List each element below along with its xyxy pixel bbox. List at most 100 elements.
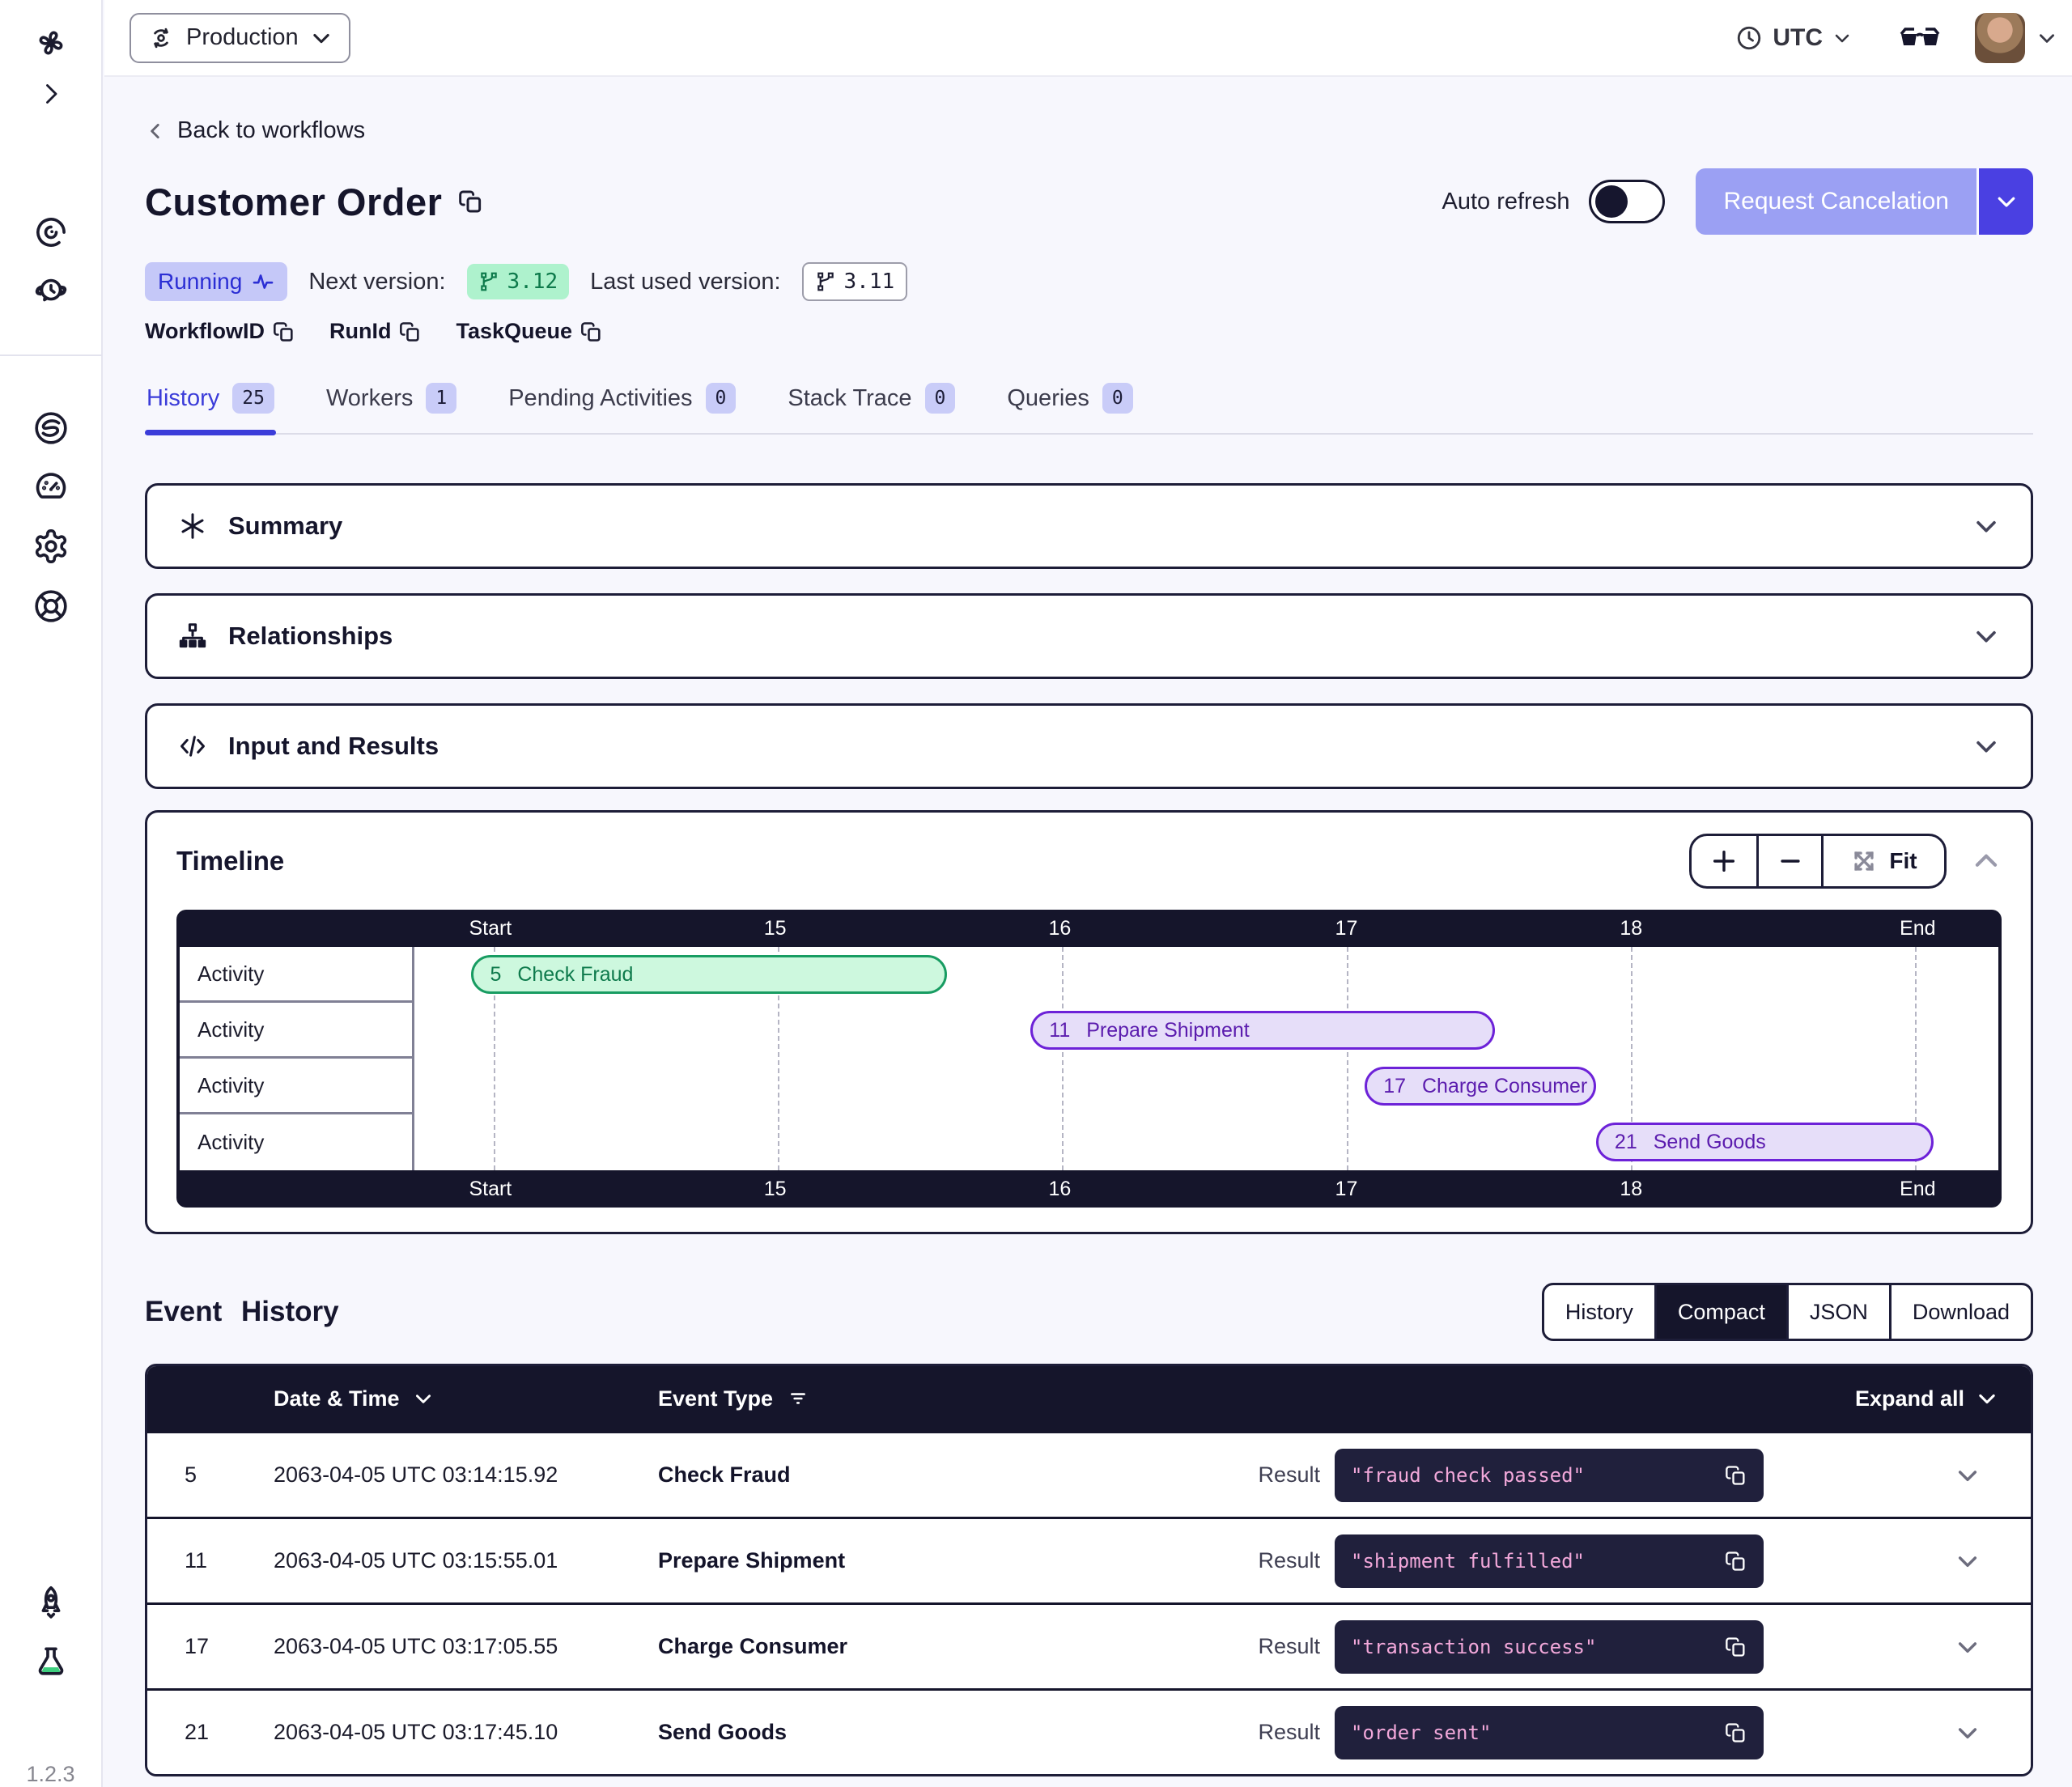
copy-icon[interactable] (458, 189, 484, 214)
axis-tick-label: 18 (1620, 910, 1642, 947)
pulse-icon (252, 270, 274, 293)
back-to-workflows-link[interactable]: Back to workflows (145, 117, 365, 144)
event-type: Send Goods (658, 1720, 1258, 1745)
workflow-id-copy[interactable]: WorkflowID (145, 319, 295, 344)
main-content: Back to workflows Customer Order Auto re… (104, 79, 2072, 1787)
labs-glasses-icon[interactable] (1899, 22, 1941, 54)
auto-refresh-label: Auto refresh (1442, 189, 1570, 215)
row-label: Activity (180, 947, 412, 1003)
nexus-icon[interactable] (32, 410, 70, 447)
result-chip: "order sent" (1335, 1706, 1764, 1759)
view-json-button[interactable]: JSON (1786, 1285, 1889, 1339)
tab-history[interactable]: History25 (145, 378, 276, 433)
event-type-column-header[interactable]: Event Type (658, 1386, 1855, 1411)
namespace-icon (147, 24, 175, 52)
asterisk-icon (178, 511, 207, 541)
event-row[interactable]: 17 2063-04-05 UTC 03:17:05.55 Charge Con… (147, 1602, 2031, 1688)
view-download-button[interactable]: Download (1889, 1285, 2031, 1339)
expand-all-button[interactable]: Expand all (1855, 1386, 1998, 1411)
zoom-out-button[interactable] (1756, 836, 1821, 886)
copy-icon[interactable] (1725, 1550, 1747, 1573)
namespace-selector[interactable]: Production (130, 13, 350, 63)
tab-workers[interactable]: Workers1 (325, 378, 458, 433)
cancelation-menu-chevron-icon[interactable] (1976, 168, 2033, 235)
expand-row-chevron-icon[interactable] (1764, 1548, 1998, 1574)
axis-tick-label: 16 (1049, 1170, 1072, 1208)
collapse-timeline-chevron-icon[interactable] (1971, 846, 2002, 877)
timeline-bar-charge-consumer[interactable]: 17Charge Consumer (1365, 1067, 1596, 1106)
event-row[interactable]: 11 2063-04-05 UTC 03:15:55.01 Prepare Sh… (147, 1517, 2031, 1602)
topbar: Production UTC (104, 0, 2072, 77)
expand-row-chevron-icon[interactable] (1764, 1634, 1998, 1660)
result-label: Result (1258, 1462, 1320, 1488)
last-version-label: Last used version: (590, 269, 780, 295)
tab-count-badge: 0 (706, 383, 737, 414)
tab-count-badge: 0 (925, 383, 956, 414)
request-cancelation-button[interactable]: Request Cancelation (1696, 168, 2033, 235)
whats-new-icon[interactable] (32, 1584, 70, 1621)
zoom-in-button[interactable] (1692, 836, 1756, 886)
timeline-bar-send-goods[interactable]: 21Send Goods (1596, 1123, 1934, 1161)
timeline-bar-check-fraud[interactable]: 5Check Fraud (471, 955, 946, 994)
event-id: 17 (185, 1634, 274, 1659)
copy-icon[interactable] (1725, 1721, 1747, 1744)
timezone-selector[interactable]: UTC (1735, 24, 1852, 52)
filter-icon (788, 1388, 809, 1409)
chevron-down-icon[interactable] (1972, 512, 2000, 540)
event-row[interactable]: 21 2063-04-05 UTC 03:17:45.10 Send Goods… (147, 1688, 2031, 1774)
axis-tick-label: Start (469, 1170, 512, 1208)
result-chip: "transaction success" (1335, 1620, 1764, 1674)
run-id-copy[interactable]: RunId (329, 319, 422, 344)
date-time-column-header[interactable]: Date & Time (274, 1386, 658, 1411)
expand-row-chevron-icon[interactable] (1764, 1462, 1998, 1488)
event-row[interactable]: 5 2063-04-05 UTC 03:14:15.92 Check Fraud… (147, 1431, 2031, 1517)
timeline-row-labels: Activity Activity Activity Activity (180, 947, 414, 1170)
chevron-down-icon[interactable] (1972, 732, 2000, 760)
support-icon[interactable] (32, 588, 70, 625)
last-version-badge: 3.11 (802, 262, 908, 301)
event-table-header: Date & Time Event Type Expand all (147, 1366, 2031, 1431)
relationships-section[interactable]: Relationships (145, 593, 2033, 679)
tab-queries[interactable]: Queries0 (1005, 378, 1134, 433)
chevron-left-icon (145, 121, 166, 142)
copy-icon[interactable] (1725, 1636, 1747, 1658)
usage-icon[interactable] (32, 468, 70, 505)
sitemap-icon (178, 622, 207, 651)
result-label: Result (1258, 1548, 1320, 1573)
tab-pending-activities[interactable]: Pending Activities0 (507, 378, 737, 433)
clock-icon (1735, 24, 1763, 52)
timeline-panel: Timeline Fit Start1516171 (145, 810, 2033, 1234)
view-compact-button[interactable]: Compact (1654, 1285, 1786, 1339)
tab-stack-trace[interactable]: Stack Trace0 (786, 378, 957, 433)
view-switcher: History Compact JSON Download (1542, 1283, 2033, 1341)
copy-icon[interactable] (1725, 1464, 1747, 1487)
expand-sidebar-icon[interactable] (36, 79, 66, 108)
auto-refresh-toggle[interactable] (1589, 180, 1665, 223)
page-title: Customer Order (145, 180, 442, 224)
labs-icon[interactable] (32, 1644, 70, 1681)
expand-row-chevron-icon[interactable] (1764, 1720, 1998, 1746)
axis-tick-label: Start (469, 910, 512, 947)
axis-tick-label: End (1900, 910, 1935, 947)
timeline-title: Timeline (176, 846, 284, 877)
fit-icon (1850, 847, 1878, 875)
event-type: Check Fraud (658, 1462, 1258, 1488)
account-menu-chevron-icon[interactable] (2036, 28, 2057, 49)
event-type: Prepare Shipment (658, 1548, 1258, 1573)
fit-button[interactable]: Fit (1821, 836, 1944, 886)
schedules-icon[interactable] (32, 272, 70, 309)
chevron-down-icon[interactable] (1972, 622, 2000, 650)
timeline-bar-prepare-shipment[interactable]: 11Prepare Shipment (1030, 1011, 1494, 1050)
row-label: Activity (180, 1059, 412, 1114)
input-results-section[interactable]: Input and Results (145, 703, 2033, 789)
avatar[interactable] (1975, 13, 2025, 63)
axis-tick-label: 15 (764, 1170, 787, 1208)
workflows-icon[interactable] (32, 214, 70, 251)
task-queue-copy[interactable]: TaskQueue (456, 319, 603, 344)
status-badge: Running (145, 262, 287, 301)
view-history-button[interactable]: History (1544, 1285, 1654, 1339)
temporal-logo-icon[interactable] (32, 24, 70, 62)
summary-section[interactable]: Summary (145, 483, 2033, 569)
event-timestamp: 2063-04-05 UTC 03:14:15.92 (274, 1462, 658, 1488)
settings-icon[interactable] (32, 528, 70, 565)
